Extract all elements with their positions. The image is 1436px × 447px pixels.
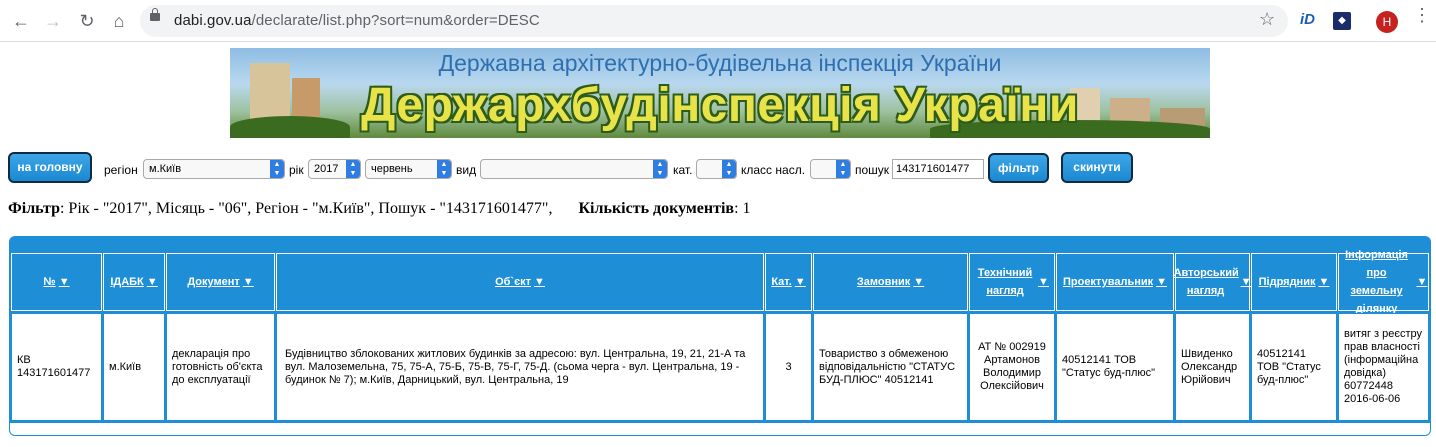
lock-icon[interactable] [150, 8, 160, 21]
cell-document: декларація про готовність об'єкта до екс… [166, 313, 275, 421]
cell-author-supervision: Швиденко Олександр Юрійович [1175, 313, 1250, 421]
region-label: регіон [104, 163, 138, 177]
chevron-down-icon: ▲ ▼ [270, 160, 284, 178]
cell-contractor: 40512141 ТОВ "Статус буд-плюс" [1251, 313, 1337, 421]
cell-land-info: витяг з реєстру прав власності (інформац… [1338, 313, 1429, 421]
type-label: вид [456, 163, 477, 177]
filter-summary-label: Фільтр [8, 200, 60, 217]
chevron-down-icon: ▲ ▼ [437, 160, 451, 178]
category-label: кат. [673, 163, 693, 177]
search-input[interactable]: 143171601477 [892, 159, 984, 179]
forward-arrow-icon[interactable]: → [42, 10, 64, 32]
column-header-land-info[interactable]: Інформація про земельну ділянку ▼ [1338, 249, 1429, 315]
sort-arrow-icon: ▼ [1240, 276, 1252, 288]
chevron-down-icon: ▲ ▼ [722, 160, 736, 178]
avatar[interactable]: H [1376, 11, 1398, 33]
column-header-tech-supervision[interactable]: Технічний нагляд ▼ [969, 253, 1055, 311]
column-header-num[interactable]: № ▼ [11, 253, 102, 311]
sort-arrow-icon: ▼ [534, 276, 545, 288]
site-banner: Державна архітектурно-будівельна інспекц… [230, 48, 1210, 138]
extension-id-icon[interactable]: iD [1300, 11, 1315, 28]
cell-idabk: м.Київ [103, 313, 165, 421]
declarations-table: № ▼ ІДАБК ▼ Документ ▼ Об`єкт ▼ Кат. ▼ Замовн… [9, 236, 1431, 436]
chevron-down-icon: ▲ ▼ [836, 160, 850, 178]
cell-num: КВ 143171601477 [11, 313, 102, 421]
column-header-document[interactable]: Документ ▼ [166, 253, 275, 311]
banner-subtitle: Державна архітектурно-будівельна інспекц… [438, 50, 1002, 76]
banner-title: Держархбудінспекція України [361, 79, 1079, 132]
reload-icon[interactable]: ↻ [76, 10, 98, 32]
filter-summary-text: : Рік - "2017", Місяць - "06", Регіон - … [59, 200, 553, 217]
column-header-idabk[interactable]: ІДАБК ▼ [103, 253, 165, 311]
cell-category: 3 [765, 313, 812, 421]
filter-button[interactable]: фільтр [988, 153, 1049, 183]
year-select[interactable]: 2017 ▲ ▼ [308, 159, 361, 179]
star-icon[interactable]: ☆ [1259, 9, 1275, 30]
sort-arrow-icon: ▼ [146, 276, 158, 288]
column-header-designer[interactable]: Проектувальник ▼ [1056, 253, 1174, 311]
sort-arrow-icon: ▼ [913, 276, 925, 288]
sort-arrow-icon: ▼ [242, 276, 254, 288]
cell-object: Будівництво зблокованих житлових будинкі… [276, 313, 764, 421]
browser-toolbar: ← → ↻ ⌂ dabi.gov.ua/declarate/list.php?s… [0, 0, 1436, 42]
back-arrow-icon[interactable]: ← [10, 10, 32, 32]
class-select[interactable]: ▲ ▼ [810, 159, 851, 179]
column-header-author-supervision[interactable]: Авторський нагляд ▼ [1174, 253, 1252, 311]
sort-arrow-icon: ▼ [1416, 276, 1428, 288]
sort-arrow-icon: ▼ [1156, 276, 1168, 288]
cell-customer: Товариство з обмеженою відповідальністю … [813, 313, 968, 421]
sort-arrow-icon: ▼ [58, 276, 70, 288]
chevron-down-icon: ▲ ▼ [653, 160, 667, 178]
type-select[interactable]: ▲ ▼ [480, 159, 668, 179]
month-select[interactable]: червень ▲ ▼ [365, 159, 452, 179]
column-header-object[interactable]: Об`єкт ▼ [276, 253, 764, 311]
home-icon[interactable]: ⌂ [108, 10, 130, 32]
table-footer [10, 423, 1430, 435]
reset-button[interactable]: скинути [1061, 152, 1133, 183]
category-select[interactable]: ▲ ▼ [696, 159, 737, 179]
search-label: пошук [855, 163, 890, 177]
sort-arrow-icon: ▼ [1318, 276, 1330, 288]
region-select[interactable]: м.Київ ▲ ▼ [143, 159, 285, 179]
sort-arrow-icon: ▼ [794, 276, 806, 288]
chevron-down-icon: ▲ ▼ [346, 160, 360, 178]
column-header-contractor[interactable]: Підрядник ▼ [1251, 253, 1337, 311]
filter-controls: на головну регіон м.Київ ▲ ▼ рік 2017 ▲ ▼ че… [0, 152, 1436, 186]
filter-summary: Фільтр: Рік - "2017", Місяць - "06", Рег… [8, 200, 751, 218]
sort-arrow-icon: ▼ [1038, 276, 1049, 288]
year-label: рік [289, 163, 304, 177]
url-text[interactable]: dabi.gov.ua/declarate/list.php?sort=num&… [174, 12, 540, 29]
home-button[interactable]: на головну [8, 152, 92, 183]
cell-tech-supervision: АТ № 002919 Артамонов Володимир Олексійо… [969, 313, 1055, 421]
menu-icon[interactable]: ⋮ [1413, 6, 1431, 24]
extension-icon[interactable]: ◆ [1333, 12, 1351, 30]
column-header-category[interactable]: Кат. ▼ [765, 253, 812, 311]
class-label: класс насл. [741, 163, 806, 177]
document-count-value: : 1 [734, 200, 751, 217]
column-header-customer[interactable]: Замовник ▼ [813, 253, 968, 311]
document-count-label: Кількість документів [578, 200, 735, 217]
cell-designer: 40512141 ТОВ "Статус буд-плюс" [1056, 313, 1174, 421]
